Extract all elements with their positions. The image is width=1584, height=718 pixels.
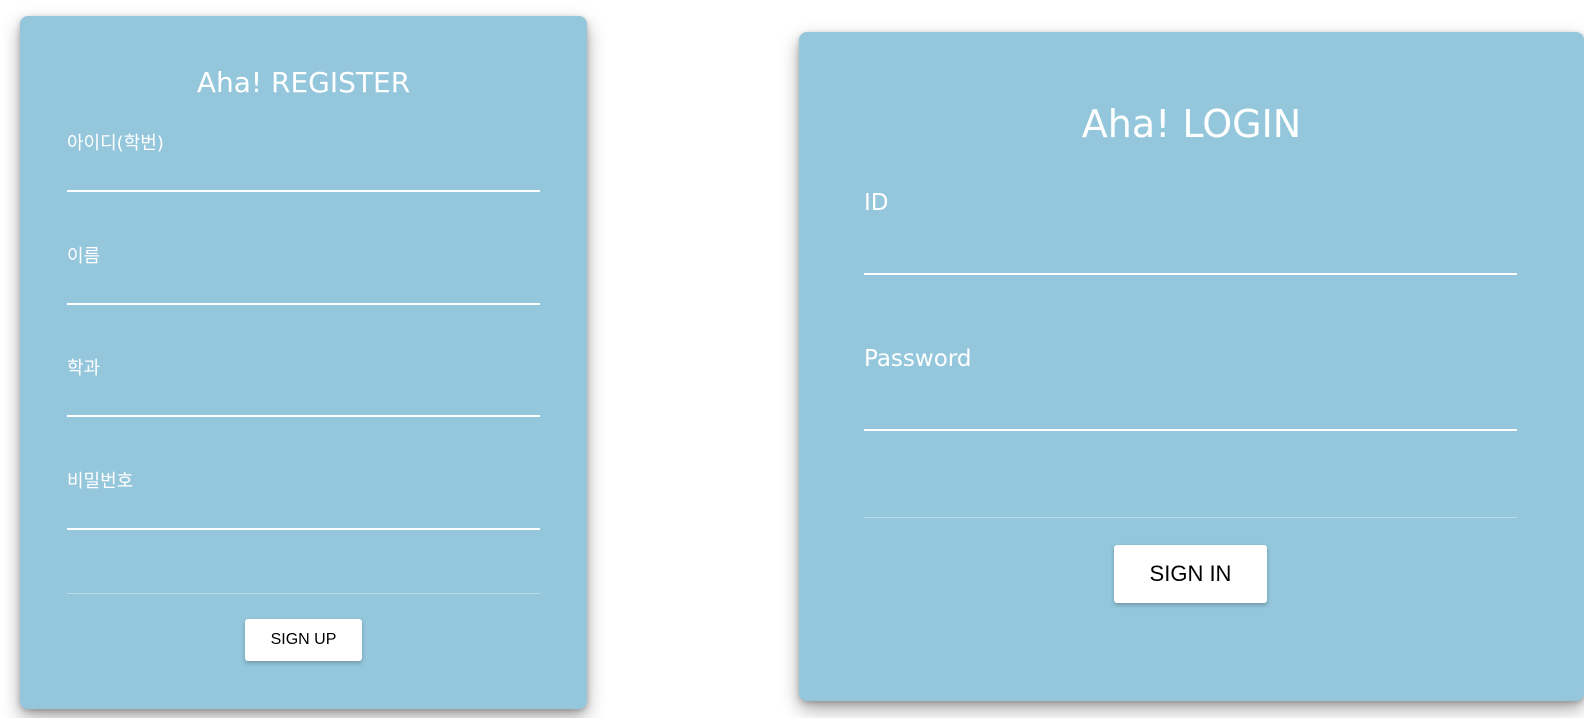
department-label: 학과 [67,358,101,379]
sign-up-button[interactable]: SIGN UP [245,619,362,661]
register-title: Aha! REGISTER [196,66,411,99]
name-input[interactable] [67,275,540,305]
id-label: ID [864,190,889,216]
sign-in-button[interactable]: SIGN IN [1114,545,1267,603]
login-password-input[interactable] [864,391,1517,431]
name-label: 이름 [67,246,101,267]
login-title: Aha! LOGIN [1081,102,1302,146]
id-input[interactable] [864,235,1517,275]
login-card: Aha! LOGIN ID Password SIGN IN [799,32,1584,701]
student-id-input[interactable] [67,162,540,192]
student-id-label: 아이디(학번) [67,133,164,154]
register-password-input[interactable] [67,500,540,530]
register-password-label: 비밀번호 [67,471,134,492]
login-password-label: Password [864,346,972,372]
department-input[interactable] [67,387,540,417]
register-divider [67,593,540,594]
register-card: Aha! REGISTER 아이디(학번) 이름 학과 비밀번호 SIGN UP [20,16,587,709]
login-divider [864,517,1517,518]
